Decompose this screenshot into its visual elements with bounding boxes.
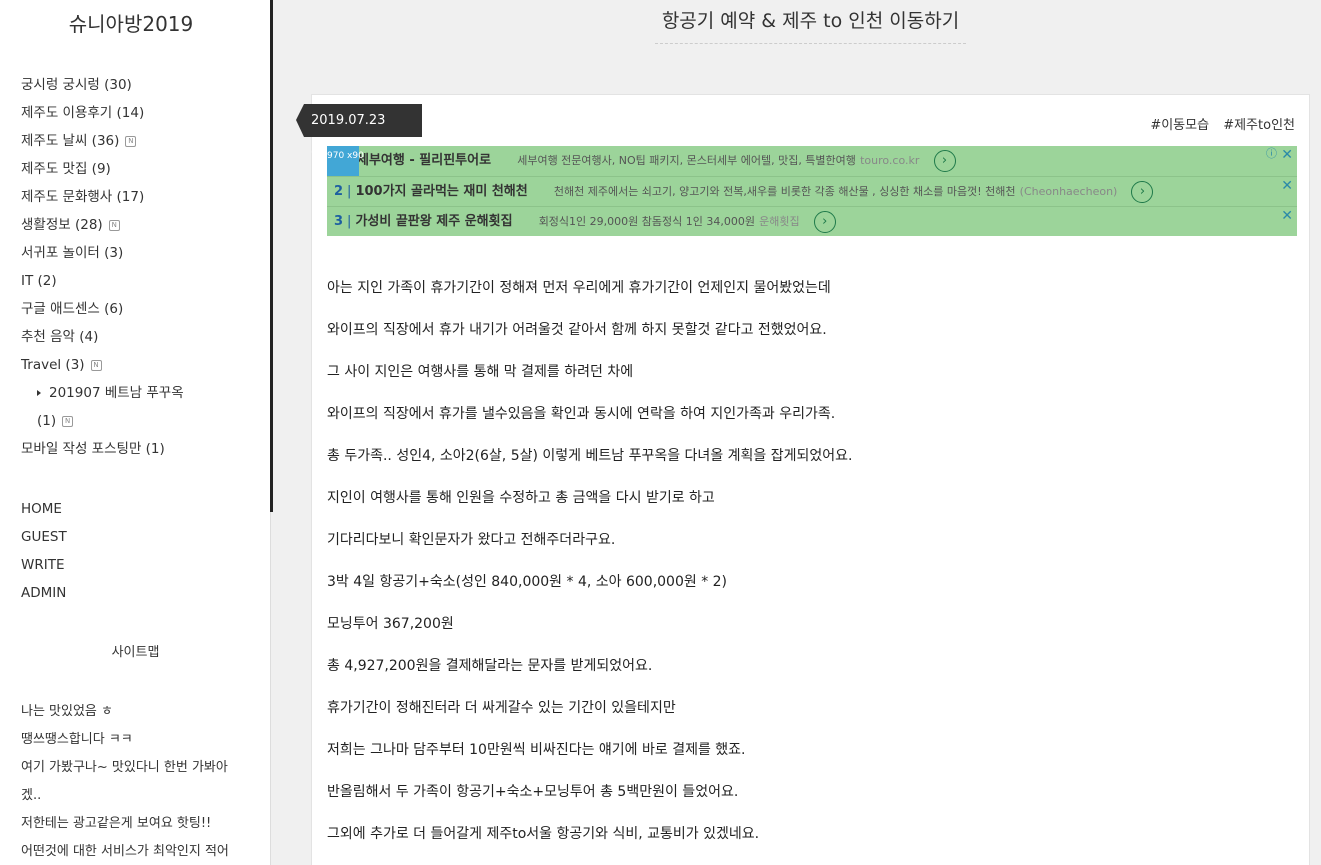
- nav-guest-link[interactable]: GUEST: [21, 526, 67, 554]
- category-list: 궁시렁 궁시렁 (30) 제주도 이용후기 (14) 제주도 날씨 (36) N …: [21, 74, 184, 466]
- category-label: Travel (3): [21, 357, 85, 373]
- close-icon[interactable]: ✕: [1281, 177, 1293, 195]
- category-item[interactable]: 제주도 이용후기 (14): [21, 102, 184, 130]
- ad-domain: (Cheonhaecheon): [1019, 185, 1118, 198]
- category-item[interactable]: 제주도 맛집 (9): [21, 158, 184, 186]
- triangle-right-icon: [37, 390, 41, 396]
- ad-size-badge: 970 x90: [327, 146, 364, 176]
- post-paragraph: 총 두가족.. 성인4, 소아2(6살, 5살) 이렇게 베트남 푸꾸옥을 다녀…: [327, 448, 853, 464]
- nav-write-link[interactable]: WRITE: [21, 554, 67, 582]
- sitemap-title: 사이트맵: [111, 645, 160, 660]
- category-label: 궁시렁 궁시렁 (30): [21, 77, 132, 93]
- sidebar: 슈니아방2019 궁시렁 궁시렁 (30) 제주도 이용후기 (14) 제주도 …: [0, 0, 271, 865]
- category-label: 구글 애드센스 (6): [21, 301, 124, 317]
- category-item[interactable]: 모바일 작성 포스팅만 (1): [21, 438, 184, 466]
- ad-description: 세부여행 전문여행사, NO팁 패키지, 몬스터세부 에어텔, 맛집, 특별한여…: [517, 154, 856, 167]
- info-icon[interactable]: ⓘ: [1266, 146, 1277, 162]
- new-badge: N: [90, 359, 102, 371]
- category-label: 제주도 맛집 (9): [21, 161, 111, 177]
- post-paragraph: 총 4,927,200원을 결제해달라는 문자를 받게되었어요.: [327, 658, 653, 674]
- category-item[interactable]: 제주도 날씨 (36) N: [21, 130, 184, 158]
- post-paragraph: 아는 지인 가족이 휴가기간이 정해져 먼저 우리에게 휴가기간이 언제인지 물…: [327, 280, 831, 296]
- ad-domain: 운해횟집: [759, 215, 800, 228]
- ad-number: 3: [334, 214, 344, 229]
- ad-headline[interactable]: 세부여행 - 필리핀투어로: [357, 153, 491, 168]
- category-label: 서귀포 놀이터 (3): [21, 245, 124, 261]
- ad-row[interactable]: 2 | 100가지 골라먹는 재미 천해천 천해천 제주에서는 쇠고기, 양고기와 …: [327, 176, 1297, 206]
- category-item[interactable]: 생활정보 (28) N: [21, 214, 184, 242]
- comment-item[interactable]: 어떤것에 대한 서비스가 최악인지 적어: [21, 838, 251, 865]
- blog-nav: HOME GUEST WRITE ADMIN: [21, 498, 67, 610]
- new-badge: N: [125, 135, 137, 147]
- category-label: 모바일 작성 포스팅만 (1): [21, 441, 165, 457]
- comment-item[interactable]: 여기 가봤구나~ 맛있다니 한번 가봐아: [21, 754, 251, 782]
- post-paragraph: 와이프의 직장에서 휴가를 낼수있음을 확인과 동시에 연락을 하여 지인가족과…: [327, 406, 836, 422]
- category-label: (1): [37, 413, 57, 429]
- post-title: 항공기 예약 & 제주 to 인천 이동하기: [661, 10, 960, 32]
- recent-comments: 나는 맛있었음 ㅎ 땡쓰땡스합니다 ㅋㅋ 여기 가봤구나~ 맛있다니 한번 가봐…: [21, 698, 251, 865]
- post-paragraph: 와이프의 직장에서 휴가 내기가 어려울것 같아서 함께 하지 못할것 같다고 …: [327, 322, 827, 338]
- category-label: 제주도 이용후기 (14): [21, 105, 145, 121]
- subcategory-item[interactable]: 201907 베트남 푸꾸옥: [21, 382, 184, 410]
- blog-title[interactable]: 슈니아방2019: [0, 8, 262, 37]
- ad-description: 천해천 제주에서는 쇠고기, 양고기와 전복,새우를 비롯한 각종 해산물 , …: [553, 185, 1016, 198]
- post-date: 2019.07.23 02:00: [296, 104, 422, 161]
- category-item[interactable]: 제주도 문화행사 (17): [21, 186, 184, 214]
- subcategory-item-count[interactable]: (1) N: [21, 410, 184, 438]
- category-label: 추천 음악 (4): [21, 329, 99, 345]
- post-paragraph: 3박 4일 항공기+숙소(성인 840,000원 * 4, 소아 600,000…: [327, 574, 728, 590]
- close-icon[interactable]: ✕: [1281, 207, 1293, 225]
- ad-domain: touro.co.kr: [860, 154, 920, 167]
- new-badge: N: [62, 415, 74, 427]
- ad-headline[interactable]: 100가지 골라먹는 재미 천해천: [355, 184, 527, 199]
- post-body: 아는 지인 가족이 휴가기간이 정해져 먼저 우리에게 휴가기간이 언제인지 물…: [327, 276, 1287, 864]
- chevron-right-icon[interactable]: ›: [1131, 180, 1154, 203]
- category-label: 생활정보 (28): [21, 217, 103, 233]
- category-label: 201907 베트남 푸꾸옥: [49, 385, 184, 401]
- chevron-right-icon[interactable]: ›: [813, 210, 836, 233]
- category-item[interactable]: IT (2): [21, 270, 184, 298]
- post-paragraph: 그 사이 지인은 여행사를 통해 막 결제를 하려던 차에: [327, 364, 634, 380]
- category-item[interactable]: 추천 음악 (4): [21, 326, 184, 354]
- post-paragraph: 지인이 여행사를 통해 인원을 수정하고 총 금액을 다시 받기로 하고: [327, 490, 715, 506]
- ad-description: 회정식1인 29,000원 참돔정식 1인 34,000원: [538, 215, 755, 228]
- category-item[interactable]: 구글 애드센스 (6): [21, 298, 184, 326]
- new-badge: N: [108, 219, 120, 231]
- ad-row[interactable]: 970 x90 세부여행 - 필리핀투어로 세부여행 전문여행사, NO팁 패키…: [327, 146, 1297, 176]
- ad-headline[interactable]: 가성비 끝판왕 제주 운해횟집: [355, 214, 512, 229]
- comment-item[interactable]: 겠..: [21, 782, 251, 810]
- tag-link[interactable]: #제주to인천: [1223, 118, 1295, 133]
- post-title-wrap: 항공기 예약 & 제주 to 인천 이동하기: [655, 0, 966, 44]
- nav-admin-link[interactable]: ADMIN: [21, 582, 67, 610]
- category-label: 제주도 문화행사 (17): [21, 189, 145, 205]
- post-paragraph: 모닝투어 367,200원: [327, 616, 454, 632]
- category-item[interactable]: 궁시렁 궁시렁 (30): [21, 74, 184, 102]
- post-paragraph: 저희는 그나마 담주부터 10만원씩 비싸진다는 얘기에 바로 결제를 했죠.: [327, 742, 746, 758]
- sidebar-divider: [270, 0, 273, 512]
- nav-home-link[interactable]: HOME: [21, 498, 67, 526]
- ad-row[interactable]: 3 | 가성비 끝판왕 제주 운해횟집 회정식1인 29,000원 참돔정식 1인 …: [327, 206, 1297, 236]
- category-label: 제주도 날씨 (36): [21, 133, 120, 149]
- ad-separator: |: [347, 184, 352, 199]
- ad-number: 2: [334, 184, 344, 199]
- sidebar-divider-lower: [270, 512, 271, 865]
- post-paragraph: 기다리다보니 확인문자가 왔다고 전해주더라구요.: [327, 532, 616, 548]
- comment-item[interactable]: 땡쓰땡스합니다 ㅋㅋ: [21, 726, 251, 754]
- category-item[interactable]: Travel (3) N: [21, 354, 184, 382]
- tag-link[interactable]: #이동모습: [1150, 118, 1209, 133]
- category-item[interactable]: 서귀포 놀이터 (3): [21, 242, 184, 270]
- post-paragraph: 반올림해서 두 가족이 항공기+숙소+모닝투어 총 5백만원이 들었어요.: [327, 784, 739, 800]
- post-tags: #이동모습 #제주to인천: [1140, 114, 1295, 133]
- category-label: IT (2): [21, 273, 57, 289]
- ad-banner[interactable]: 970 x90 세부여행 - 필리핀투어로 세부여행 전문여행사, NO팁 패키…: [327, 146, 1297, 236]
- post-paragraph: 휴가기간이 정해진터라 더 싸게갈수 있는 기간이 있을테지만: [327, 700, 676, 716]
- post-paragraph: 그외에 추가로 더 들어갈게 제주to서울 항공기와 식비, 교통비가 있겠네요…: [327, 826, 760, 842]
- comment-item[interactable]: 나는 맛있었음 ㅎ: [21, 698, 251, 726]
- close-icon[interactable]: ✕: [1281, 146, 1293, 164]
- chevron-right-icon[interactable]: ›: [933, 149, 956, 172]
- comment-item[interactable]: 저한테는 광고같은게 보여요 핫팅!!: [21, 810, 251, 838]
- ad-separator: |: [347, 214, 352, 229]
